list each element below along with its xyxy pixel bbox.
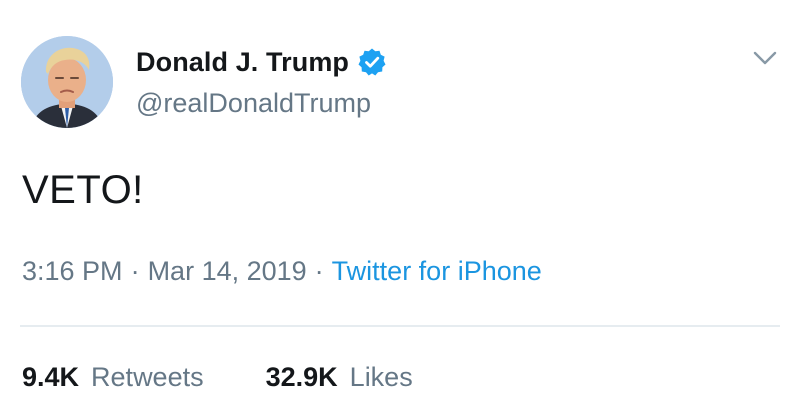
author-handle[interactable]: @realDonaldTrump (136, 88, 371, 119)
tweet-text: VETO! (22, 168, 144, 212)
likes-stat[interactable]: 32.9K Likes (266, 362, 413, 393)
likes-count: 32.9K (265, 362, 338, 392)
retweets-stat[interactable]: 9.4K Retweets (22, 362, 204, 393)
tweet-source-link[interactable]: Twitter for iPhone (332, 256, 542, 287)
profile-photo-icon (21, 36, 113, 128)
display-name[interactable]: Donald J. Trump (136, 47, 349, 78)
tweet-card: Donald J. Trump @realDonaldTrump VETO! 3… (0, 0, 800, 410)
meta-separator: · (130, 256, 140, 286)
chevron-down-icon[interactable] (752, 48, 778, 68)
meta-separator: · (314, 256, 324, 286)
tweet-stats: 9.4K Retweets 32.9K Likes (22, 362, 413, 393)
tweet-meta: 3:16 PM · Mar 14, 2019 · Twitter for iPh… (22, 256, 542, 287)
retweets-label: Retweets (91, 362, 204, 392)
likes-label: Likes (349, 362, 413, 392)
divider (20, 325, 780, 327)
tweet-time[interactable]: 3:16 PM (22, 256, 123, 287)
author-name-row: Donald J. Trump (136, 44, 387, 80)
tweet-date[interactable]: Mar 14, 2019 (148, 256, 307, 287)
verified-badge-icon (357, 47, 387, 77)
retweets-count: 9.4K (22, 362, 80, 392)
avatar[interactable] (21, 36, 113, 128)
